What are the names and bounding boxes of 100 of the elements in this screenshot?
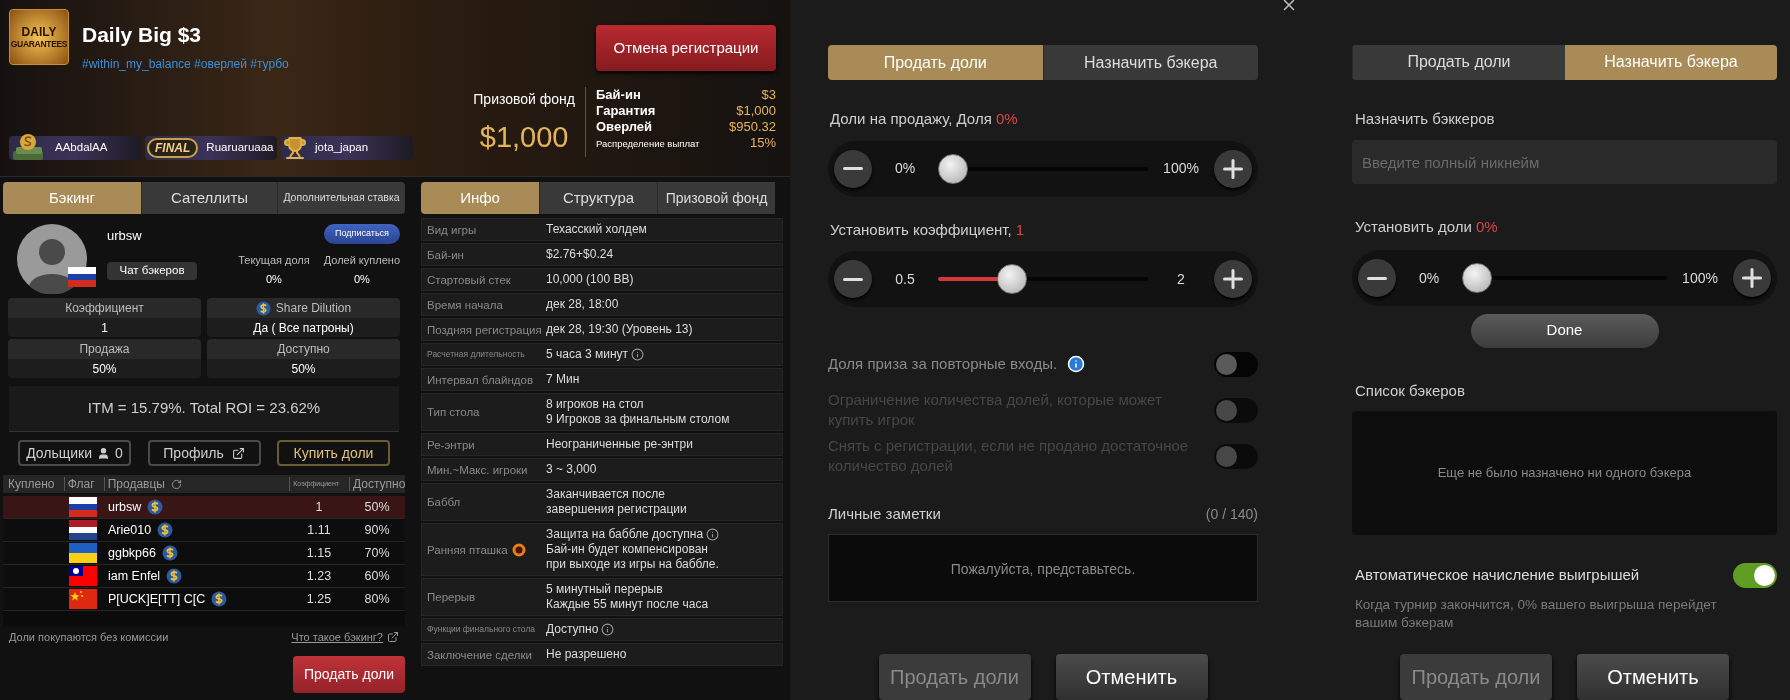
info-value: 3 ~ 3,000	[546, 462, 597, 477]
column-header: Куплено	[8, 476, 55, 493]
backing-help-link[interactable]: Что такое бэкинг?	[291, 629, 383, 646]
info-value: 7 Мин	[546, 372, 580, 387]
detail-value: $950.32	[729, 119, 776, 135]
done-button[interactable]: Done	[1470, 313, 1659, 348]
minus-button[interactable]	[1358, 259, 1396, 298]
tab[interactable]: Дополнительная ставка	[277, 182, 405, 214]
term-label: Доступно	[277, 341, 330, 358]
info-label: Интервал блайндов	[427, 372, 533, 387]
minus-icon	[843, 167, 863, 170]
nickname-field[interactable]: Введите полный никнейм	[1352, 140, 1777, 184]
info-value: Доступно	[546, 622, 599, 637]
badge-icon	[511, 542, 526, 557]
slider-label: Установить доли 0%	[1354, 216, 1499, 237]
info-value: при выходе из игры на баббле.	[546, 557, 719, 572]
flag-icon	[69, 566, 97, 586]
term-label: Коэффициент	[65, 300, 144, 317]
final-badge: FINAL	[147, 138, 199, 158]
info-icon[interactable]	[706, 528, 720, 541]
rate-cell-text: 1.23	[305, 567, 333, 585]
slider-min: 0%	[893, 159, 917, 178]
info-value: завершения регистрации	[546, 502, 687, 517]
tab[interactable]: Сателлиты	[141, 182, 277, 214]
slider[interactable]	[1462, 263, 1667, 294]
notes-label: Личные заметки	[828, 504, 941, 524]
person-icon	[97, 446, 111, 460]
dilution-icon	[161, 545, 178, 561]
info-label: Время начала	[427, 297, 503, 312]
cancel-registration-button[interactable]: Отмена регистрации	[596, 25, 776, 71]
action-button[interactable]: Отменить	[1055, 654, 1208, 700]
term-label: Продажа	[79, 341, 130, 358]
backers-chat-button[interactable]: Чат бэкеров	[107, 261, 197, 280]
detail-label: Оверлей	[596, 119, 653, 135]
seller-name: ggbkp66	[108, 544, 156, 562]
tab[interactable]: Продать доли	[1352, 45, 1565, 80]
tab[interactable]: Структура	[539, 182, 657, 214]
column-header: Доступно	[353, 476, 406, 493]
info-value: 8 игроков на стол	[546, 397, 644, 412]
plus-button[interactable]	[1733, 259, 1771, 298]
minus-button[interactable]	[834, 260, 872, 298]
seller-name: urbsw	[108, 498, 142, 516]
slider-thumb[interactable]	[997, 264, 1028, 294]
rate-cell-text: 1.25	[305, 590, 333, 608]
available-cell-text: 50%	[363, 498, 391, 516]
stat-value: 0%	[353, 271, 370, 287]
external-link-icon[interactable]	[387, 631, 399, 644]
tab[interactable]: Призовой фонд	[657, 182, 775, 214]
table-row[interactable]: urbsw 1 50%	[3, 496, 405, 519]
info-label: Функции финального стола	[427, 624, 536, 635]
rate-cell-text: 1	[314, 498, 324, 516]
info-value: дек 28, 18:00	[546, 297, 619, 312]
info-label: Вид игры	[427, 222, 477, 237]
subscribe-button[interactable]: Подписаться	[324, 224, 400, 244]
term-value: 50%	[207, 359, 400, 378]
slider[interactable]	[938, 153, 1148, 184]
slider[interactable]	[938, 264, 1148, 294]
info-value: дек 28, 19:30 (Уровень 13)	[546, 322, 693, 337]
sell-shares-button[interactable]: Продать доли	[293, 655, 405, 693]
available-cell-text: 90%	[363, 521, 391, 539]
info-icon[interactable]	[601, 623, 615, 636]
plus-button[interactable]	[1214, 149, 1252, 188]
table-row[interactable]: iam Enfel 1.23 60%	[3, 565, 405, 588]
profile-button[interactable]: Профиль	[147, 440, 261, 466]
dilution-icon	[166, 568, 183, 584]
commission-note: Доли покупаются без комиссии	[9, 630, 169, 645]
detail-label: Распределение выплат	[596, 137, 700, 151]
info-label: Перерыв	[427, 590, 476, 604]
column-header: Продавцы	[107, 476, 165, 493]
info-icon[interactable]	[631, 348, 645, 361]
holders-button[interactable]: Дольщики 0	[18, 440, 131, 466]
slider-max: 100%	[1162, 159, 1200, 178]
info-label: Мин.~Макс. игроки	[427, 462, 528, 477]
slider-label: Установить коэффициент, 1	[829, 219, 1026, 240]
available-cell-text: 80%	[363, 590, 391, 608]
buy-shares-button[interactable]: Купить доли	[277, 440, 390, 466]
plus-button[interactable]	[1214, 260, 1252, 298]
action-button[interactable]: Отменить	[1577, 654, 1729, 700]
toggle-switch[interactable]	[1214, 351, 1258, 377]
flag-icon	[69, 543, 97, 563]
info-label: Заключение сделки	[427, 647, 532, 662]
plus-icon	[1223, 158, 1243, 179]
table-row[interactable]: ggbkp66 1.15 70%	[3, 542, 405, 565]
slider-thumb[interactable]	[938, 153, 968, 184]
notes-field[interactable]: Пожалуйста, представьтесь.	[828, 533, 1258, 602]
tab[interactable]: Назначить бэкера	[1042, 45, 1258, 80]
info-value: 5 минутный перерыв	[546, 582, 663, 597]
slider-thumb[interactable]	[1462, 263, 1492, 294]
refresh-icon[interactable]	[171, 478, 182, 490]
logo-text: GUARANTEES	[10, 38, 68, 49]
available-cell-text: 70%	[363, 544, 391, 562]
table-row[interactable]: P[UCK]E[TT] C[C 1.25 80%	[3, 588, 405, 611]
minus-button[interactable]	[834, 149, 872, 188]
table-row[interactable]: Arie010 1.11 90%	[3, 519, 405, 542]
stat-label: Долей куплено	[323, 253, 400, 268]
stat-label: Текущая доля	[238, 253, 310, 268]
column-header: Флаг	[67, 476, 95, 493]
toggle-switch[interactable]	[1733, 563, 1777, 588]
seller-name: Arie010	[108, 521, 152, 539]
info-label: Стартовый стек	[427, 272, 511, 287]
